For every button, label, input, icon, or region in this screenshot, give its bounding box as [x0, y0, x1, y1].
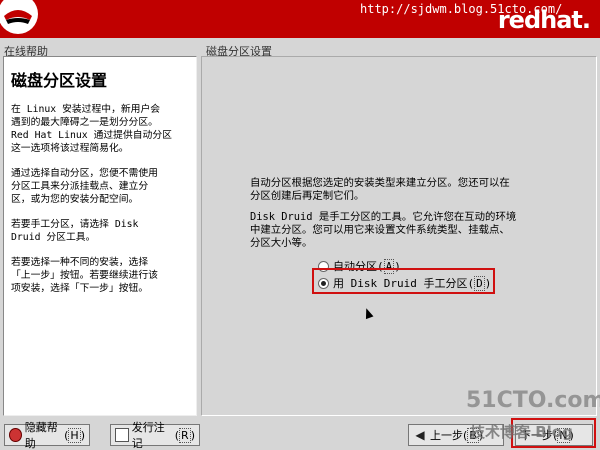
redhat-logo-text: redhat. — [497, 6, 591, 34]
help-paragraph: 若要选择一种不同的安装，选择 「上一步」按钮。若要继续进行该 项安装，选择「下一… — [11, 257, 158, 294]
partition-setup-panel: 自动分区根据您选定的安装类型来建立分区。您还可以在 分区创建后再定制它们。 Di… — [201, 56, 597, 416]
redhat-shadowman-icon — [0, 0, 38, 34]
help-paragraph: 通过选择自动分区，您便不需使用 分区工具来分派挂载点、建立分 区，或为您的安装分… — [11, 168, 158, 205]
annotation-highlight-box — [312, 268, 495, 294]
help-paragraph: 若要手工分区，请选择 Disk Druid 分区工具。 — [11, 219, 139, 243]
hide-help-button[interactable]: 隐藏帮助(H) — [4, 421, 90, 450]
help-heading: 磁盘分区设置 — [11, 71, 108, 90]
auto-partition-description: 自动分区根据您选定的安装类型来建立分区。您还可以在 分区创建后再定制它们。 — [250, 177, 510, 202]
blog-watermark: 技术博客 Blog — [470, 423, 573, 441]
arrow-left-icon: ◀ — [415, 428, 425, 442]
help-panel[interactable]: 磁盘分区设置 在 Linux 安装过程中，新用户会 遇到的最大障碍之一是划分分区… — [3, 56, 197, 416]
document-icon — [115, 428, 129, 442]
top-banner: http://sjdwm.blog.51cto.com/ redhat. — [0, 0, 600, 38]
help-icon — [9, 428, 22, 442]
release-notes-button[interactable]: 发行注记(R) — [110, 421, 200, 450]
site-watermark: 51CTO.com — [466, 388, 600, 413]
help-paragraph: 在 Linux 安装过程中，新用户会 遇到的最大障碍之一是划分分区。 Red H… — [11, 104, 172, 154]
disk-druid-description: Disk Druid 是手工分区的工具。它允许您在互动的环境 中建立分区。您可以… — [250, 211, 517, 249]
